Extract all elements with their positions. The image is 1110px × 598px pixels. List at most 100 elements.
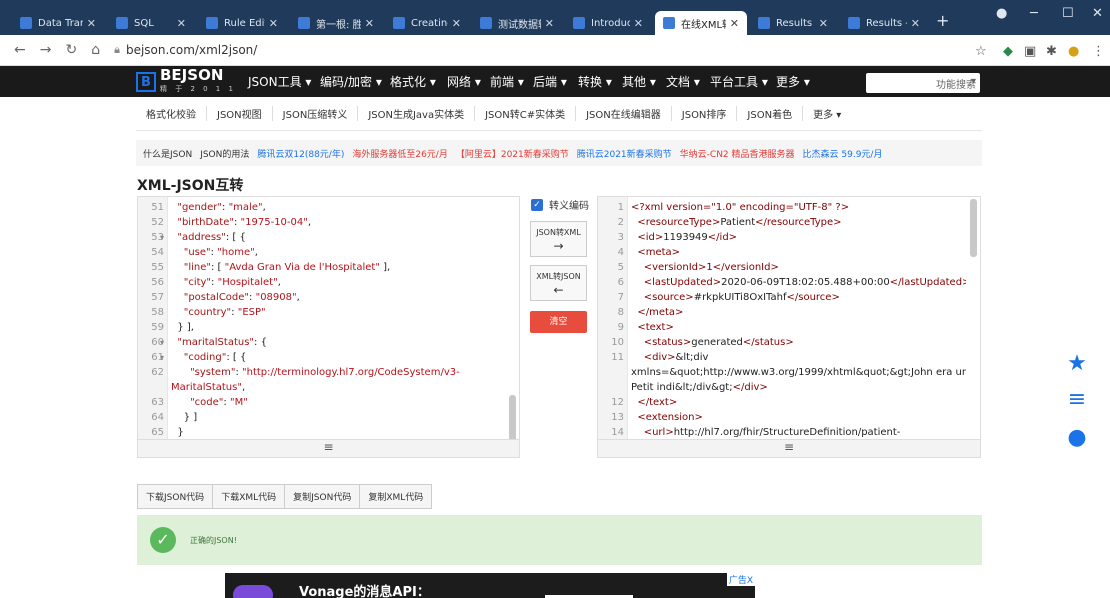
xml-editor-resize-handle[interactable]: ≡	[598, 439, 980, 457]
code-text[interactable]: <status>generated</status>	[631, 335, 966, 350]
subnav-item[interactable]: JSON转C#实体类	[475, 106, 577, 121]
main-nav-item[interactable]: 后端 ▾	[533, 66, 567, 97]
code-text[interactable]: "code": "M"	[171, 395, 505, 410]
browser-tab[interactable]: 在线XML转 ✕	[655, 11, 747, 35]
code-text[interactable]: "address": [ {	[171, 230, 505, 245]
promo-link[interactable]: 腾讯云2021新春采购节	[577, 147, 672, 160]
download-copy-button[interactable]: 复制XML代码	[359, 484, 433, 509]
qq-chat-icon[interactable]: ●	[1060, 421, 1094, 455]
reload-icon[interactable]: ↻	[65, 42, 77, 58]
main-nav-item[interactable]: 编码/加密 ▾	[320, 66, 382, 97]
code-text[interactable]: <lastUpdated>2020-06-09T18:02:05.488+00:…	[631, 275, 966, 290]
tab-close-icon[interactable]: ✕	[87, 17, 96, 30]
profile-icon[interactable]: ●	[996, 6, 1007, 21]
code-text[interactable]: Petit indi&lt;/div&gt;</div>	[631, 380, 966, 395]
browser-tab[interactable]: Data Tran: ✕	[12, 11, 104, 35]
url-field[interactable]: bejson.com/xml2json/	[126, 43, 257, 57]
promo-link[interactable]: 【阿里云】2021新春采购节	[456, 147, 569, 160]
download-copy-button[interactable]: 下载JSON代码	[137, 484, 214, 509]
promo-link[interactable]: 腾讯云双12(88元/年)	[257, 147, 344, 160]
xml-to-json-button[interactable]: XML转JSON ←	[530, 265, 587, 301]
main-nav-item[interactable]: 文档 ▾	[666, 66, 700, 97]
browser-tab[interactable]: 第一根: 胜 ✕	[290, 11, 382, 35]
extension-icon[interactable]: ▣	[1024, 44, 1036, 59]
code-text[interactable]: </text>	[631, 395, 966, 410]
minimize-button[interactable]: ─	[1030, 6, 1038, 21]
tab-close-icon[interactable]: ✕	[545, 17, 554, 30]
code-text[interactable]: "gender": "male",	[171, 200, 505, 215]
code-text[interactable]: } ],	[171, 320, 505, 335]
tab-close-icon[interactable]: ✕	[269, 17, 278, 30]
browser-tab[interactable]: Results - I ✕	[750, 11, 836, 35]
lock-icon[interactable]: 🔒︎	[114, 43, 120, 57]
download-copy-button[interactable]: 复制JSON代码	[284, 484, 361, 509]
code-text[interactable]: <meta>	[631, 245, 966, 260]
new-tab-button[interactable]: +	[936, 11, 949, 30]
code-text[interactable]: "maritalStatus": {	[171, 335, 505, 350]
subnav-item[interactable]: 更多 ▾	[803, 106, 851, 121]
code-text[interactable]: <resourceType>Patient</resourceType>	[631, 215, 966, 230]
code-text[interactable]: <div>&lt;div	[631, 350, 966, 365]
code-text[interactable]: "city": "Hospitalet",	[171, 275, 505, 290]
tab-close-icon[interactable]: ✕	[452, 17, 461, 30]
main-nav-item[interactable]: 平台工具 ▾	[710, 66, 768, 97]
main-nav-item[interactable]: 更多 ▾	[776, 66, 810, 97]
advertisement[interactable]: Vonage的消息API： 广告X	[225, 573, 755, 598]
feature-search-input[interactable]: 功能搜索 ▾	[866, 73, 980, 93]
code-text[interactable]: </meta>	[631, 305, 966, 320]
browser-tab[interactable]: Rule Editor ✕	[198, 11, 286, 35]
site-logo[interactable]: B BEJSON 精 于 2 0 1 1	[136, 68, 236, 95]
json-editor[interactable]: 51 "gender": "male", 52 "birthDate": "197…	[137, 196, 520, 458]
close-window-button[interactable]: ✕	[1092, 6, 1103, 21]
code-text[interactable]: <?xml version="1.0" encoding="UTF-8" ?>	[631, 200, 966, 215]
ad-close-icon[interactable]: 广告X	[726, 573, 755, 586]
code-text[interactable]: xmlns=&quot;http://www.w3.org/1999/xhtml…	[631, 365, 966, 380]
clear-button[interactable]: 清空	[530, 311, 587, 333]
code-text[interactable]: <text>	[631, 320, 966, 335]
download-copy-button[interactable]: 下载XML代码	[212, 484, 286, 509]
maximize-button[interactable]: ☐	[1062, 6, 1074, 21]
promo-link[interactable]: 比杰森云 59.9元/月	[803, 147, 883, 160]
menu-list-icon[interactable]: ≡	[1060, 383, 1094, 417]
promo-link[interactable]: JSON的用法	[200, 147, 249, 160]
tab-close-icon[interactable]: ✕	[177, 17, 186, 30]
code-text[interactable]: "line": [ "Avda Gran Via de l'Hospitalet…	[171, 260, 505, 275]
browser-tab[interactable]: 测试数据转 ✕	[472, 11, 562, 35]
subnav-item[interactable]: JSON排序	[672, 106, 738, 121]
tab-close-icon[interactable]: ✕	[730, 17, 739, 30]
code-text[interactable]: "use": "home",	[171, 245, 505, 260]
promo-link[interactable]: 什么是JSON	[143, 147, 192, 160]
browser-menu-icon[interactable]: ⋮	[1092, 44, 1105, 59]
code-text[interactable]: <url>http://hl7.org/fhir/StructureDefini…	[631, 425, 966, 440]
main-nav-item[interactable]: 转换 ▾	[578, 66, 612, 97]
main-nav-item[interactable]: 前端 ▾	[490, 66, 524, 97]
xml-editor-scrollbar[interactable]	[970, 199, 977, 257]
forward-icon[interactable]: →	[40, 42, 52, 58]
code-text[interactable]: "country": "ESP"	[171, 305, 505, 320]
code-text[interactable]: <extension>	[631, 410, 966, 425]
bookmark-star-icon[interactable]: ☆	[975, 44, 987, 59]
code-text[interactable]: "postalCode": "08908",	[171, 290, 505, 305]
tab-close-icon[interactable]: ✕	[365, 17, 374, 30]
avatar[interactable]: ●	[1068, 44, 1079, 59]
browser-tab[interactable]: Introductio ✕	[565, 11, 651, 35]
code-text[interactable]: MaritalStatus",	[171, 380, 505, 395]
main-nav-item[interactable]: JSON工具 ▾	[248, 66, 311, 97]
extensions-puzzle-icon[interactable]: ✱	[1046, 44, 1057, 59]
code-text[interactable]: "coding": [ {	[171, 350, 505, 365]
promo-link[interactable]: 华纳云-CN2 精品香港服务器	[680, 147, 795, 160]
json-to-xml-button[interactable]: JSON转XML →	[530, 221, 587, 257]
code-text[interactable]: "system": "http://terminology.hl7.org/Co…	[171, 365, 505, 380]
subnav-item[interactable]: JSON压缩转义	[273, 106, 359, 121]
code-text[interactable]: <id>1193949</id>	[631, 230, 966, 245]
code-text[interactable]: } ]	[171, 410, 505, 425]
subnav-item[interactable]: JSON在线编辑器	[576, 106, 672, 121]
main-nav-item[interactable]: 格式化 ▾	[390, 66, 436, 97]
code-text[interactable]: }	[171, 425, 505, 440]
browser-tab[interactable]: SQL ✕	[108, 11, 194, 35]
subnav-item[interactable]: JSON着色	[737, 106, 804, 121]
main-nav-item[interactable]: 其他 ▾	[622, 66, 656, 97]
json-editor-resize-handle[interactable]: ≡	[138, 439, 519, 457]
code-text[interactable]: "birthDate": "1975-10-04",	[171, 215, 505, 230]
subnav-item[interactable]: JSON视图	[207, 106, 273, 121]
